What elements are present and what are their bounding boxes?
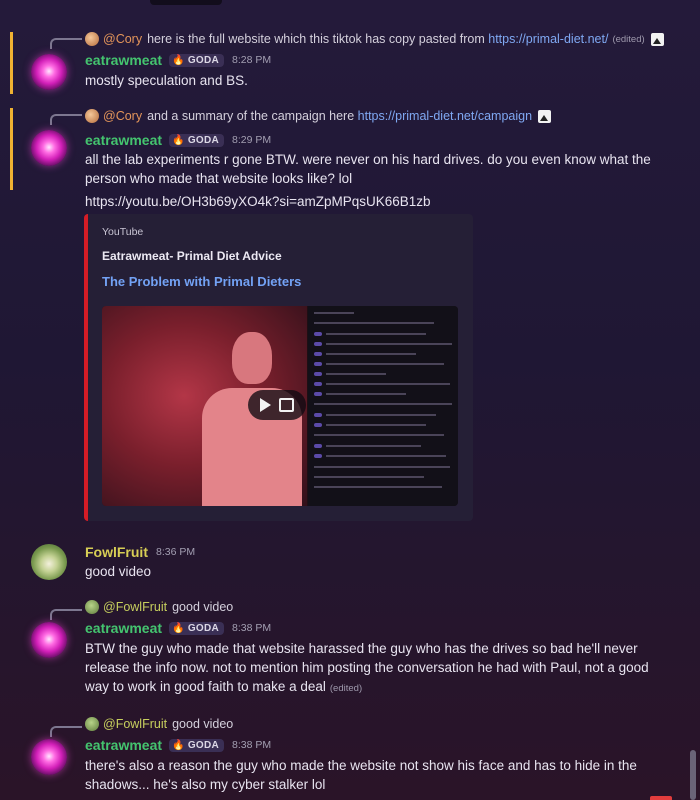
embed-provider[interactable]: YouTube <box>102 226 143 238</box>
avatar[interactable] <box>31 54 67 90</box>
guild-tag[interactable]: 🔥 GODA <box>169 738 225 752</box>
edited-label: (edited) <box>329 683 363 694</box>
message-header: eatrawmeat 🔥 GODA 8:38 PM <box>85 737 271 753</box>
reply-avatar <box>85 717 99 731</box>
reply-avatar <box>85 600 99 614</box>
timestamp[interactable]: 8:28 PM <box>232 54 271 66</box>
reply-preview[interactable]: @FowlFruit good video <box>85 717 233 731</box>
video-thumbnail[interactable] <box>102 306 458 506</box>
reply-author[interactable]: @FowlFruit <box>103 600 167 614</box>
fire-icon: 🔥 <box>172 54 185 66</box>
embed-author[interactable]: Eatrawmeat- Primal Diet Advice <box>102 249 282 263</box>
avatar[interactable] <box>31 739 67 775</box>
avatar[interactable] <box>31 130 67 166</box>
guild-tag[interactable]: 🔥 GODA <box>169 621 225 635</box>
message-header: eatrawmeat 🔥 GODA 8:28 PM <box>85 52 271 68</box>
embed-title[interactable]: The Problem with Primal Dieters <box>102 274 301 289</box>
message-text: good video <box>85 564 152 579</box>
reply-avatar <box>85 109 99 123</box>
username[interactable]: eatrawmeat <box>85 620 162 636</box>
guild-tag-label: GODA <box>187 134 220 146</box>
image-icon <box>538 109 552 123</box>
reply-link[interactable]: https://primal-diet.net/campaign <box>358 109 532 123</box>
message-5[interactable]: @FowlFruit good video eatrawmeat 🔥 GODA 8… <box>0 715 700 800</box>
reply-connector <box>50 726 82 737</box>
chat-window: { "messages": { "m1": { "reply_author": … <box>0 0 700 800</box>
message-text: all the lab experiments r gone BTW. were… <box>85 152 651 186</box>
reply-connector <box>50 38 82 49</box>
username[interactable]: eatrawmeat <box>85 737 162 753</box>
timestamp[interactable]: 8:38 PM <box>232 622 271 634</box>
reply-text: good video <box>172 717 234 731</box>
fire-icon: 🔥 <box>172 622 185 634</box>
reply-author[interactable]: @Cory <box>103 109 142 123</box>
timestamp[interactable]: 8:29 PM <box>232 134 271 146</box>
guild-tag-label: GODA <box>187 739 220 751</box>
reply-preview[interactable]: @Cory and a summary of the campaign here… <box>85 109 552 123</box>
guild-tag-label: GODA <box>187 54 220 66</box>
reply-avatar <box>85 32 99 46</box>
avatar[interactable] <box>31 544 67 580</box>
message-header: eatrawmeat 🔥 GODA 8:38 PM <box>85 620 271 636</box>
notification-indicator <box>650 796 672 800</box>
username[interactable]: FowlFruit <box>85 544 148 560</box>
open-external-icon <box>279 398 294 412</box>
scrollbar-thumb[interactable] <box>690 750 696 800</box>
fire-icon: 🔥 <box>172 134 185 146</box>
reply-preview[interactable]: @FowlFruit good video <box>85 600 233 614</box>
youtube-embed: YouTube Eatrawmeat- Primal Diet Advice T… <box>84 214 473 521</box>
message-text: BTW the guy who made that website harass… <box>85 639 665 698</box>
mention-highlight-bar <box>10 32 13 94</box>
message-header: eatrawmeat 🔥 GODA 8:29 PM <box>85 132 271 148</box>
reply-author[interactable]: @FowlFruit <box>103 717 167 731</box>
message-1[interactable]: @Cory here is the full website which thi… <box>0 28 700 98</box>
message-3[interactable]: FowlFruit 8:36 PM good video <box>0 540 700 590</box>
play-icon <box>260 398 271 412</box>
youtube-link[interactable]: https://youtu.be/OH3b69yXO4k?si=amZpMPqs… <box>85 192 665 211</box>
message-4[interactable]: @FowlFruit good video eatrawmeat 🔥 GODA 8… <box>0 598 700 703</box>
username[interactable]: eatrawmeat <box>85 52 162 68</box>
reply-author[interactable]: @Cory <box>103 32 142 46</box>
reply-link[interactable]: https://primal-diet.net/ <box>488 32 608 46</box>
guild-tag-label: GODA <box>187 622 220 634</box>
play-button[interactable] <box>248 390 306 420</box>
reply-preview[interactable]: @Cory here is the full website which thi… <box>85 32 664 46</box>
reply-text: good video <box>172 600 234 614</box>
reply-text: and a summary of the campaign here <box>147 109 355 123</box>
message-text: there's also a reason the guy who made t… <box>85 758 637 792</box>
timestamp[interactable]: 8:38 PM <box>232 739 271 751</box>
fire-icon: 🔥 <box>172 739 185 751</box>
avatar[interactable] <box>31 622 67 658</box>
message-header: FowlFruit 8:36 PM <box>85 544 195 560</box>
timestamp[interactable]: 8:36 PM <box>156 546 195 558</box>
previous-message-edge <box>150 0 222 5</box>
image-icon <box>650 32 664 46</box>
mention-highlight-bar <box>10 108 13 190</box>
thumbnail-chat-screenshot <box>308 306 458 506</box>
edited-label: (edited) <box>612 33 645 45</box>
reply-text: here is the full website which this tikt… <box>147 32 485 46</box>
message-text: mostly speculation and BS. <box>85 73 248 88</box>
reply-connector <box>50 609 82 620</box>
username[interactable]: eatrawmeat <box>85 132 162 148</box>
reply-connector <box>50 114 82 125</box>
guild-tag[interactable]: 🔥 GODA <box>169 133 225 147</box>
guild-tag[interactable]: 🔥 GODA <box>169 53 225 67</box>
message-text-content: BTW the guy who made that website harass… <box>85 641 649 694</box>
